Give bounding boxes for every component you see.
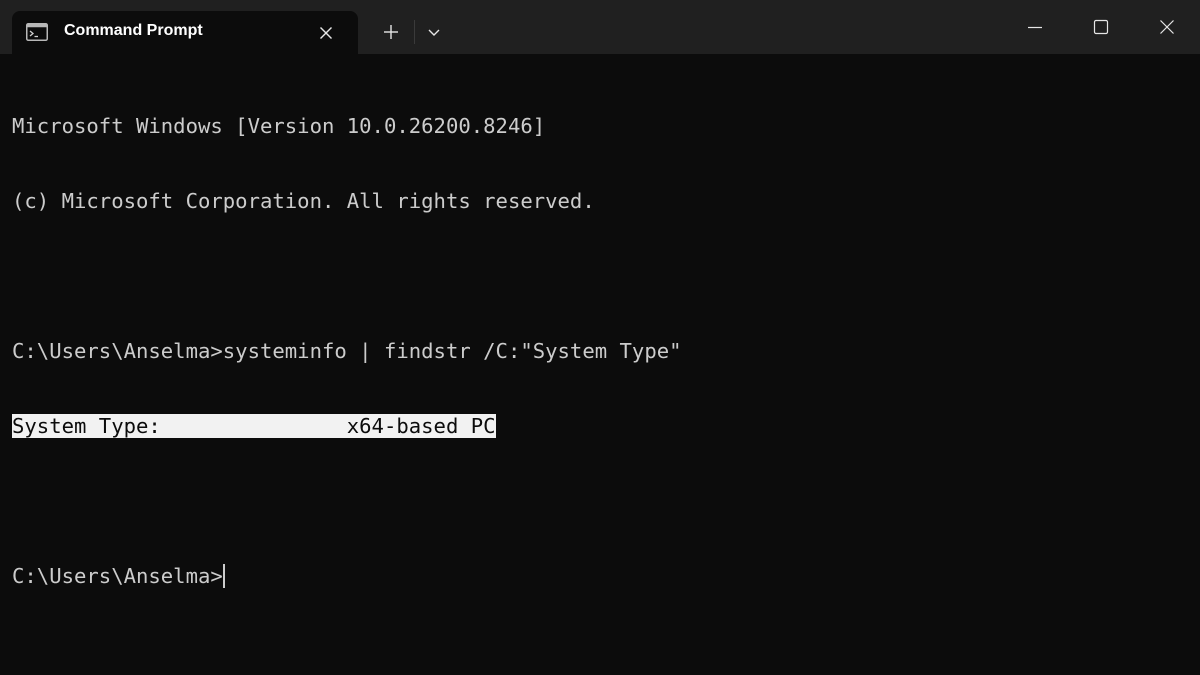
tab-dropdown-button[interactable] bbox=[420, 20, 448, 44]
terminal-line: C:\Users\Anselma>systeminfo | findstr /C… bbox=[12, 339, 682, 363]
chevron-down-icon bbox=[428, 29, 440, 36]
close-window-button[interactable] bbox=[1134, 0, 1200, 54]
tab-title: Command Prompt bbox=[64, 22, 203, 39]
terminal-prompt-line: C:\Users\Anselma> bbox=[12, 564, 1188, 589]
plus-icon bbox=[384, 25, 398, 39]
new-tab-button[interactable] bbox=[375, 19, 407, 45]
terminal-line: Microsoft Windows [Version 10.0.26200.82… bbox=[12, 114, 546, 138]
terminal-output[interactable]: Microsoft Windows [Version 10.0.26200.82… bbox=[12, 64, 1188, 664]
close-icon bbox=[1160, 20, 1174, 34]
command-prompt-window: Command Prompt Microsoft Windows [Versio… bbox=[0, 0, 1200, 675]
selected-text[interactable]: System Type: x64-based PC bbox=[12, 414, 496, 438]
tabbar-divider bbox=[414, 20, 415, 44]
terminal-line-selected: System Type: x64-based PC bbox=[12, 414, 1188, 439]
text-cursor bbox=[222, 564, 225, 588]
tab-close-icon[interactable] bbox=[315, 22, 337, 44]
prompt-text: C:\Users\Anselma> bbox=[12, 564, 223, 588]
tab-command-prompt[interactable]: Command Prompt bbox=[12, 11, 358, 54]
title-bar: Command Prompt bbox=[0, 0, 1200, 54]
terminal-icon bbox=[26, 23, 48, 41]
maximize-icon bbox=[1093, 19, 1109, 35]
terminal-line: (c) Microsoft Corporation. All rights re… bbox=[12, 189, 595, 213]
minimize-button[interactable] bbox=[1002, 0, 1068, 54]
maximize-button[interactable] bbox=[1068, 0, 1134, 54]
